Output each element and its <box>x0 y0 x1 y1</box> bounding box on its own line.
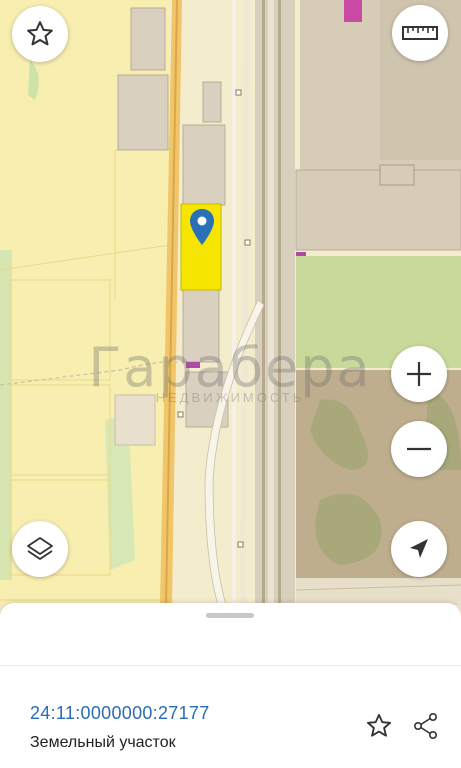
zoom-in-button[interactable] <box>391 346 447 402</box>
ruler-button[interactable] <box>392 5 448 61</box>
sheet-divider <box>0 665 461 666</box>
share-icon <box>413 712 437 739</box>
map-view[interactable]: Гарабера НЕДВИЖИМОСТЬ <box>0 0 461 605</box>
star-outline-icon <box>27 21 53 46</box>
zoom-out-button[interactable] <box>391 421 447 477</box>
map-pin-icon[interactable] <box>189 208 215 246</box>
navigation-arrow-icon <box>410 539 428 558</box>
favorite-button[interactable] <box>12 6 68 62</box>
cadastral-number[interactable]: 24:11:0000000:27177 <box>30 703 210 724</box>
sheet-drag-handle[interactable] <box>206 613 254 618</box>
star-outline-icon <box>366 713 392 737</box>
sheet-favorite-button[interactable] <box>363 710 395 742</box>
ruler-icon <box>402 26 438 40</box>
parcel-info-sheet[interactable]: 24:11:0000000:27177 Земельный участок <box>0 603 461 768</box>
property-type: Земельный участок <box>30 734 176 751</box>
map-canvas[interactable] <box>0 0 461 605</box>
minus-icon <box>407 447 431 451</box>
layers-icon <box>27 537 53 560</box>
layers-button[interactable] <box>12 521 68 577</box>
share-button[interactable] <box>410 710 442 742</box>
plus-icon <box>407 362 431 386</box>
locate-me-button[interactable] <box>391 521 447 577</box>
